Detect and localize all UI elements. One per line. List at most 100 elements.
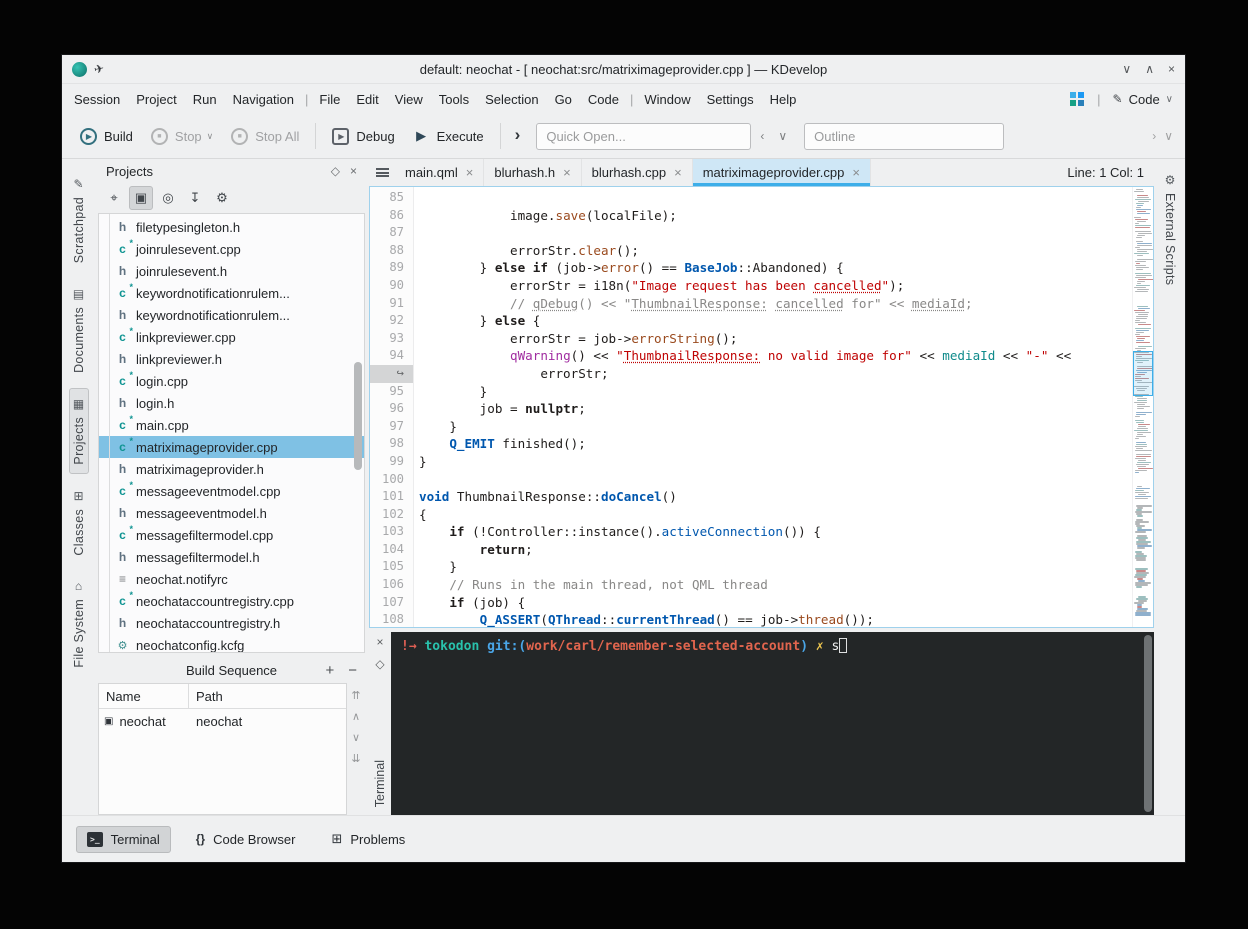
tree-item[interactable]: hkeywordnotificationrulem... <box>99 304 364 326</box>
menu-edit[interactable]: Edit <box>348 88 386 111</box>
dock-tab-external-scripts[interactable]: ⚙ External Scripts <box>1161 165 1179 293</box>
tree-item[interactable]: hlogin.h <box>99 392 364 414</box>
code-line[interactable]: // Runs in the main thread, not QML thre… <box>419 576 1132 594</box>
maximize-icon[interactable]: ∧ <box>1145 62 1154 76</box>
tree-item[interactable]: hmessagefiltermodel.h <box>99 546 364 568</box>
install-selection-button[interactable]: ↧ <box>183 186 207 210</box>
code-line[interactable]: errorStr = job->errorString(); <box>419 330 1132 348</box>
close-icon[interactable]: × <box>376 635 383 649</box>
code-line[interactable]: } <box>419 418 1132 436</box>
editor-tab-blurhash-h[interactable]: blurhash.h× <box>484 159 581 186</box>
tree-item[interactable]: ckeywordnotificationrulem... <box>99 282 364 304</box>
code-line[interactable] <box>419 471 1132 489</box>
minimap-viewport[interactable] <box>1133 351 1153 396</box>
menu-file[interactable]: File <box>311 88 348 111</box>
tree-item[interactable]: hneochataccountregistry.h <box>99 612 364 634</box>
menu-session[interactable]: Session <box>66 88 128 111</box>
tree-item[interactable]: cmain.cpp <box>99 414 364 436</box>
code-editor[interactable]: 85868788899091929394↪9596979899100101102… <box>369 186 1154 628</box>
bottombar-terminal[interactable]: >_Terminal <box>76 826 171 853</box>
code-line[interactable]: } else { <box>419 312 1132 330</box>
add-icon[interactable]: + <box>325 662 334 679</box>
code-line[interactable]: errorStr; <box>419 365 1132 383</box>
code-line[interactable]: return; <box>419 541 1132 559</box>
dock-tab-classes[interactable]: ⊞Classes <box>69 480 89 565</box>
dock-tab-scratchpad[interactable]: ✎Scratchpad <box>69 168 89 272</box>
detach-icon[interactable]: ◇ <box>331 164 340 178</box>
tree-item[interactable]: cmessageeventmodel.cpp <box>99 480 364 502</box>
terminal-tab-label[interactable]: Terminal <box>373 760 387 807</box>
menu-view[interactable]: View <box>387 88 431 111</box>
close-icon[interactable]: × <box>350 164 357 178</box>
code-line[interactable] <box>419 224 1132 242</box>
tree-item[interactable]: hfiletypesingleton.h <box>99 216 364 238</box>
titlebar[interactable]: ✈ default: neochat - [ neochat:src/matri… <box>62 55 1185 84</box>
tab-close-icon[interactable]: × <box>563 165 571 180</box>
menu-go[interactable]: Go <box>547 88 580 111</box>
tree-item[interactable]: cmatriximageprovider.cpp <box>99 436 364 458</box>
tree-item[interactable]: clinkpreviewer.cpp <box>99 326 364 348</box>
bottombar-problems[interactable]: ⊞Problems <box>320 825 416 853</box>
code-line[interactable]: { <box>419 506 1132 524</box>
tree-item[interactable]: ⚙neochatconfig.kcfg <box>99 634 364 653</box>
menu-navigation[interactable]: Navigation <box>225 88 302 111</box>
activities-icon[interactable] <box>1070 92 1085 107</box>
code-line[interactable] <box>419 189 1132 207</box>
debug-button[interactable]: Debug <box>324 122 402 151</box>
bottombar-code-browser[interactable]: {}Code Browser <box>185 826 307 853</box>
code-line[interactable]: job = nullptr; <box>419 400 1132 418</box>
tree-item[interactable]: hlinkpreviewer.h <box>99 348 364 370</box>
terminal-scrollbar[interactable] <box>1144 635 1152 812</box>
code-line[interactable]: void ThumbnailResponse::doCancel() <box>419 488 1132 506</box>
move-bottom-icon[interactable]: ⇊ <box>351 752 360 765</box>
tab-close-icon[interactable]: × <box>852 165 860 180</box>
build-selection-button[interactable]: ◎ <box>156 186 180 210</box>
quick-open-input[interactable] <box>536 123 751 150</box>
area-switcher[interactable]: ✎ Code ∨ <box>1113 92 1173 107</box>
tree-item[interactable]: ≡neochat.notifyrc <box>99 568 364 590</box>
column-header-name[interactable]: Name <box>99 684 189 708</box>
tab-close-icon[interactable]: × <box>466 165 474 180</box>
menu-selection[interactable]: Selection <box>477 88 546 111</box>
tab-close-icon[interactable]: × <box>674 165 682 180</box>
code-line[interactable]: errorStr = i18n("Image request has been … <box>419 277 1132 295</box>
tree-item[interactable]: clogin.cpp <box>99 370 364 392</box>
build-sequence-row[interactable]: ▣neochatneochat <box>99 709 346 734</box>
dock-tab-file-system[interactable]: ⌂File System <box>69 570 89 677</box>
code-line[interactable]: Q_EMIT finished(); <box>419 435 1132 453</box>
tree-item[interactable]: hmatriximageprovider.h <box>99 458 364 480</box>
editor-tab-main-qml[interactable]: main.qml× <box>395 159 484 186</box>
code-line[interactable]: } <box>419 558 1132 576</box>
editor-tab-blurhash-cpp[interactable]: blurhash.cpp× <box>582 159 693 186</box>
build-button[interactable]: Build <box>72 122 141 151</box>
editor-code[interactable]: image.save(localFile); errorStr.clear();… <box>414 187 1132 627</box>
move-down-icon[interactable]: ∨ <box>352 731 360 744</box>
code-line[interactable]: errorStr.clear(); <box>419 242 1132 260</box>
console-button[interactable]: › <box>509 125 531 147</box>
editor-tab-matriximageprovider-cpp[interactable]: matriximageprovider.cpp× <box>693 159 871 186</box>
detach-icon[interactable]: ◇ <box>375 657 384 671</box>
minimap[interactable] <box>1132 187 1153 627</box>
tree-item[interactable]: hmessageeventmodel.h <box>99 502 364 524</box>
document-list-icon[interactable] <box>369 159 395 186</box>
chevron-down-icon[interactable]: ∨ <box>773 127 792 145</box>
tree-item[interactable]: cjoinrulesevent.cpp <box>99 238 364 260</box>
menu-help[interactable]: Help <box>762 88 805 111</box>
code-line[interactable]: // qDebug() << "ThumbnailResponse: cance… <box>419 295 1132 313</box>
code-line[interactable]: if (!Controller::instance().activeConnec… <box>419 523 1132 541</box>
menu-settings[interactable]: Settings <box>699 88 762 111</box>
chevron-down-icon[interactable]: ∨ <box>1164 129 1173 143</box>
tree-item[interactable]: cmessagefiltermodel.cpp <box>99 524 364 546</box>
code-line[interactable]: } <box>419 453 1132 471</box>
tree-item[interactable]: hjoinrulesevent.h <box>99 260 364 282</box>
code-line[interactable]: if (job) { <box>419 594 1132 612</box>
show-targets-button[interactable]: ▣ <box>129 186 153 210</box>
code-line[interactable]: Q_ASSERT(QThread::currentThread() == job… <box>419 611 1132 627</box>
menu-tools[interactable]: Tools <box>431 88 477 111</box>
dock-tab-projects[interactable]: ▦Projects <box>69 388 89 474</box>
tree-item[interactable]: cneochataccountregistry.cpp <box>99 590 364 612</box>
terminal-screen[interactable]: !→ tokodon git:(work/carl/remember-selec… <box>391 632 1154 815</box>
code-line[interactable]: image.save(localFile); <box>419 207 1132 225</box>
minimize-icon[interactable]: ∨ <box>1122 62 1131 76</box>
move-up-icon[interactable]: ∧ <box>352 710 360 723</box>
